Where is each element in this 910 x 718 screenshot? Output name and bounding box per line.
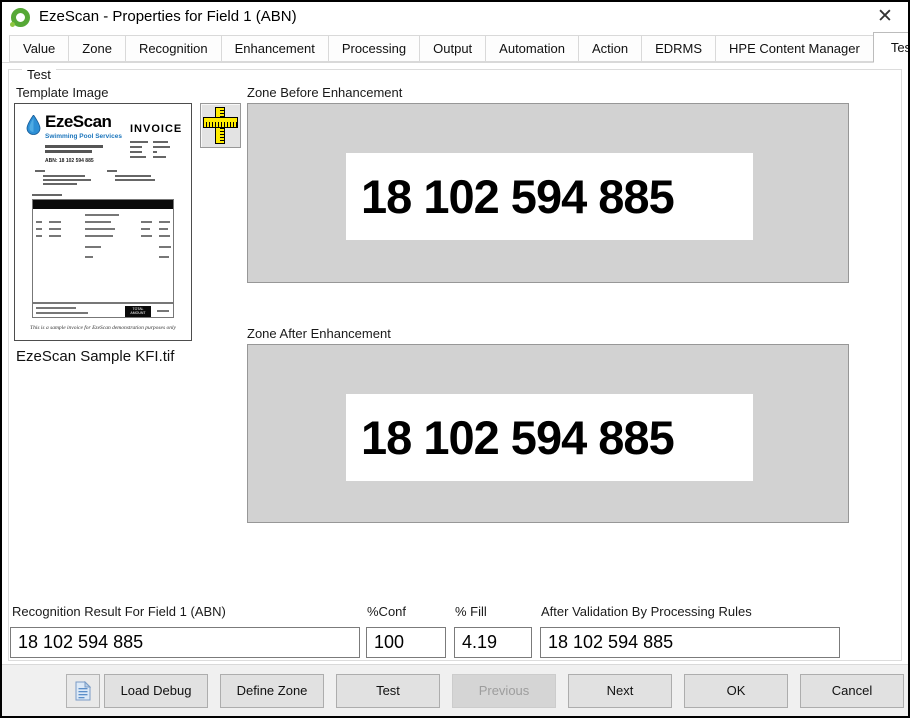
- tab-enhancement[interactable]: Enhancement: [221, 35, 329, 62]
- invoice-address-line: [45, 145, 103, 148]
- invoice-abn-line: ABN: 18 102 594 885: [45, 158, 94, 164]
- define-zone-button[interactable]: Define Zone: [220, 674, 324, 708]
- invoice-meta-label: [130, 146, 142, 148]
- validation-result-input[interactable]: [540, 627, 840, 658]
- invoice-doc-title: INVOICE: [130, 123, 182, 135]
- tab-test[interactable]: Test: [873, 32, 910, 63]
- invoice-meta-value: [153, 156, 166, 158]
- tab-output[interactable]: Output: [419, 35, 486, 62]
- validation-label: After Validation By Processing Rules: [541, 604, 752, 619]
- invoice-row-line: [85, 235, 113, 237]
- invoice-total-label: TOTAL AMOUNT: [125, 306, 151, 317]
- tab-action[interactable]: Action: [578, 35, 642, 62]
- tab-edrms[interactable]: EDRMS: [641, 35, 716, 62]
- invoice-meta-value: [153, 151, 157, 153]
- invoice-brand: EzeScan: [45, 112, 111, 132]
- invoice-gst-line: [85, 256, 93, 258]
- tab-recognition[interactable]: Recognition: [125, 35, 222, 62]
- document-icon-button[interactable]: [66, 674, 100, 708]
- invoice-soldto-line: [43, 183, 77, 185]
- zone-before-preview: 18 102 594 885: [247, 103, 849, 283]
- invoice-gst-value: [159, 256, 169, 258]
- conf-input[interactable]: [366, 627, 446, 658]
- recognition-result-label: Recognition Result For Field 1 (ABN): [12, 604, 226, 619]
- window-title: EzeScan - Properties for Field 1 (ABN): [39, 2, 297, 32]
- tab-bar: ValueZoneRecognitionEnhancementProcessin…: [2, 32, 908, 63]
- footer-button-bar: Load Debug Define Zone Test Previous Next OK C…: [2, 664, 908, 716]
- invoice-soldto-label: [35, 170, 45, 172]
- invoice-total-value: [157, 310, 169, 312]
- invoice-soldto-line: [43, 175, 85, 177]
- invoice-row-line: [36, 228, 42, 230]
- test-tab-page: Test Template Image Zone Before Enhancem…: [2, 63, 908, 666]
- fill-label: % Fill: [455, 604, 487, 619]
- invoice-shipto-label: [107, 170, 117, 172]
- invoice-phone-line: [45, 150, 92, 153]
- invoice-subtotal-line: [85, 246, 101, 248]
- invoice-terms-line: [36, 307, 76, 309]
- template-filename: EzeScan Sample KFI.tif: [16, 348, 174, 365]
- previous-button[interactable]: Previous: [452, 674, 556, 708]
- invoice-soldto-line: [43, 179, 91, 181]
- invoice-shipto-line: [115, 179, 155, 181]
- zone-before-label: Zone Before Enhancement: [247, 85, 402, 100]
- invoice-total-row: TOTAL AMOUNT: [32, 303, 174, 318]
- tab-hpe-content-manager[interactable]: HPE Content Manager: [715, 35, 874, 62]
- document-icon: [75, 681, 91, 701]
- invoice-row-line: [85, 214, 119, 216]
- invoice-row-line: [141, 235, 152, 237]
- invoice-shipto-line: [115, 175, 151, 177]
- invoice-meta-label: [130, 141, 148, 143]
- properties-dialog: EzeScan - Properties for Field 1 (ABN) ✕…: [0, 0, 910, 718]
- invoice-meta-value: [153, 146, 170, 148]
- ok-button[interactable]: OK: [684, 674, 788, 708]
- invoice-meta-value: [153, 141, 168, 143]
- invoice-row-line: [159, 228, 168, 230]
- cancel-button[interactable]: Cancel: [800, 674, 904, 708]
- invoice-row-line: [49, 221, 61, 223]
- invoice-line-table: [32, 199, 174, 303]
- zone-after-preview: 18 102 594 885: [247, 344, 849, 523]
- water-drop-icon: [26, 115, 41, 135]
- invoice-row-line: [36, 221, 42, 223]
- tab-value[interactable]: Value: [9, 35, 69, 62]
- tab-automation[interactable]: Automation: [485, 35, 579, 62]
- recognition-result-input[interactable]: [10, 627, 360, 658]
- fill-input[interactable]: [454, 627, 532, 658]
- tab-zone[interactable]: Zone: [68, 35, 126, 62]
- load-debug-button[interactable]: Load Debug: [104, 674, 208, 708]
- invoice-row-line: [141, 221, 152, 223]
- zone-after-value: 18 102 594 885: [346, 394, 753, 481]
- invoice-meta-label: [130, 156, 146, 158]
- invoice-row-line: [36, 235, 42, 237]
- invoice-row-line: [49, 235, 61, 237]
- invoice-row-line: [85, 221, 111, 223]
- invoice-caption: This is a sample invoice for EzeScan dem…: [15, 325, 191, 331]
- invoice-terms-line: [36, 312, 88, 314]
- invoice-meta-label: [130, 151, 142, 153]
- invoice-row-line: [159, 221, 170, 223]
- invoice-row-line: [141, 228, 150, 230]
- zone-before-value: 18 102 594 885: [346, 153, 753, 240]
- title-bar: EzeScan - Properties for Field 1 (ABN) ✕: [2, 2, 908, 32]
- invoice-tagline: Swimming Pool Services: [45, 133, 122, 140]
- test-button[interactable]: Test: [336, 674, 440, 708]
- invoice-ref-line: [32, 194, 62, 196]
- invoice-row-line: [159, 235, 170, 237]
- next-button[interactable]: Next: [568, 674, 672, 708]
- template-image-thumbnail[interactable]: EzeScan INVOICE Swimming Pool Services A…: [14, 103, 192, 341]
- tab-processing[interactable]: Processing: [328, 35, 420, 62]
- zone-after-label: Zone After Enhancement: [247, 326, 391, 341]
- invoice-row-line: [85, 228, 115, 230]
- conf-label: %Conf: [367, 604, 406, 619]
- close-icon[interactable]: ✕: [870, 3, 900, 31]
- ezescan-app-icon: [11, 8, 30, 27]
- invoice-table-header: [33, 200, 173, 209]
- invoice-subtotal-value: [159, 246, 171, 248]
- template-image-label: Template Image: [16, 85, 109, 100]
- ruler-button[interactable]: [200, 103, 241, 148]
- ruler-icon: [203, 117, 238, 128]
- invoice-row-line: [49, 228, 61, 230]
- groupbox-label: Test: [22, 67, 56, 82]
